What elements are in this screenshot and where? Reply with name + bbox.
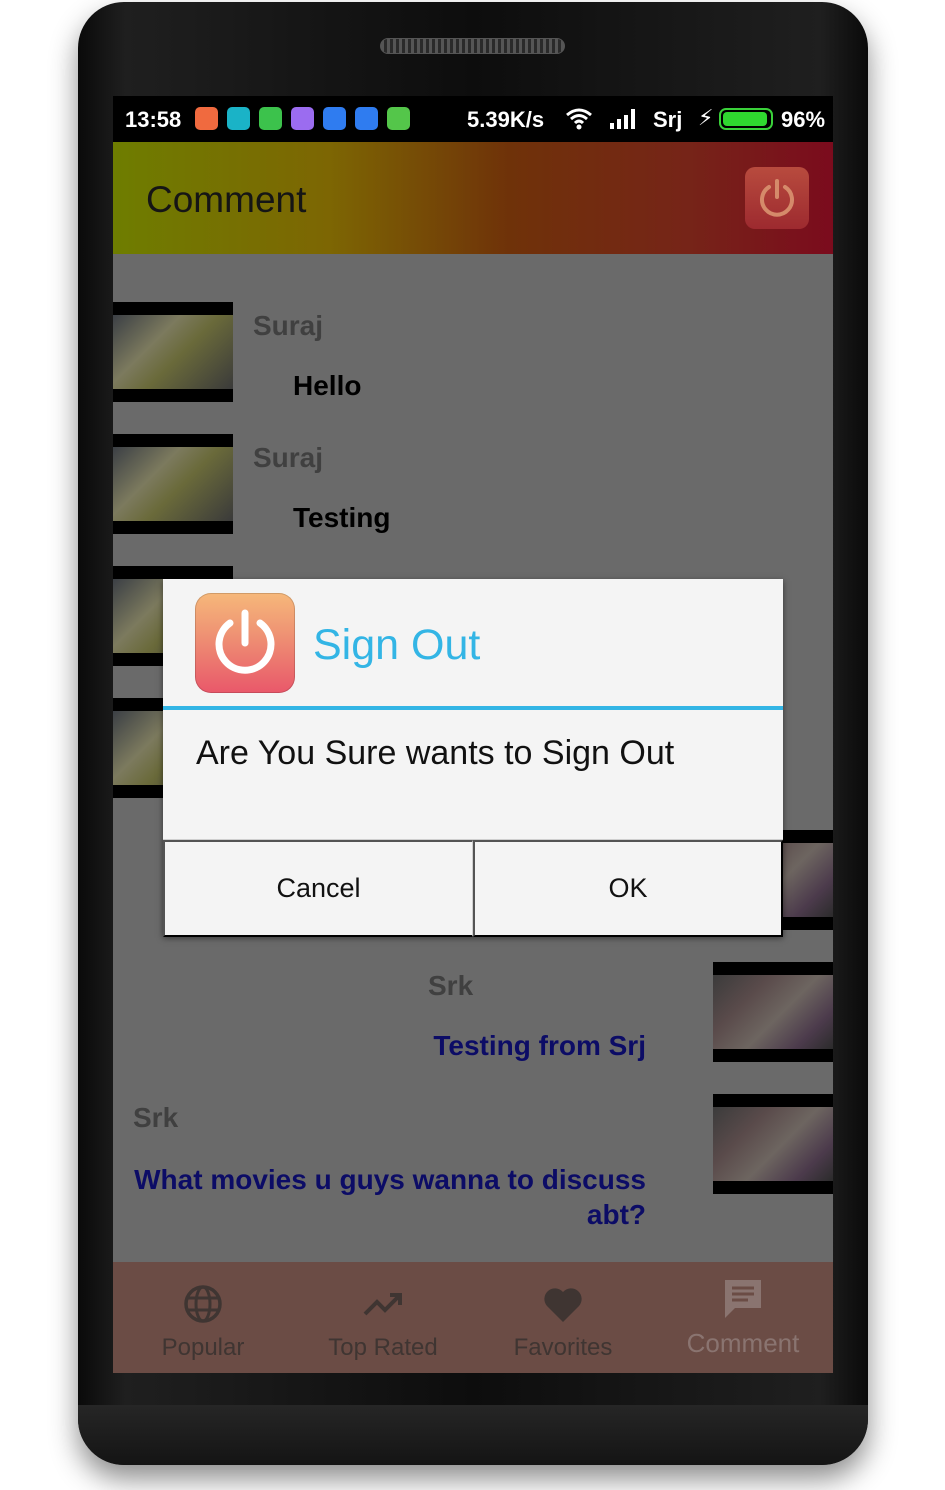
notification-icons	[195, 107, 410, 130]
status-time: 13:58	[125, 107, 182, 132]
comment-text: Testing	[293, 502, 391, 533]
wifi-icon	[566, 108, 592, 130]
nav-item-top-rated[interactable]: Top Rated	[293, 1262, 473, 1373]
message-icon	[323, 107, 346, 130]
comment-author: Suraj	[253, 310, 324, 341]
nav-item-popular[interactable]: Popular	[113, 1262, 293, 1373]
heart-icon	[544, 1288, 582, 1322]
nav-label: Comment	[686, 1328, 800, 1358]
comment-icon	[725, 1280, 761, 1318]
battery-saver-icon	[259, 107, 282, 130]
dialog-message: Are You Sure wants to Sign Out	[196, 734, 675, 772]
comment-author: Srk	[133, 1102, 179, 1133]
shop-icon	[195, 107, 218, 130]
comment-text: Hello	[293, 370, 362, 401]
avatar	[113, 434, 233, 534]
power-icon	[195, 593, 295, 693]
galaxy-icon	[291, 107, 314, 130]
battery-icon	[719, 108, 773, 130]
phone-speaker	[380, 38, 565, 54]
nav-item-comment[interactable]: Comment	[653, 1262, 833, 1373]
comment-text: Testing from Srj	[433, 1030, 646, 1061]
dialog-button-bar: Cancel OK	[163, 839, 783, 937]
phone-chin	[78, 1405, 868, 1465]
sign-out-dialog: Sign Out Are You Sure wants to Sign Out …	[163, 579, 783, 937]
chat-bubble-icon	[227, 107, 250, 130]
avatar	[113, 302, 233, 402]
message-alt-icon	[355, 107, 378, 130]
power-icon	[760, 179, 794, 217]
android-icon	[387, 107, 410, 130]
nav-label: Favorites	[513, 1334, 613, 1361]
nav-item-favorites[interactable]: Favorites	[473, 1262, 653, 1373]
battery-percent: 96%	[781, 107, 826, 132]
battery-fill	[723, 112, 768, 126]
comment-author: Srk	[428, 970, 474, 1001]
avatar	[713, 962, 833, 1062]
charging-icon: ⚡	[698, 105, 714, 130]
globe-icon	[184, 1285, 222, 1323]
power-symbol-icon	[215, 609, 275, 674]
trending-up-icon	[363, 1293, 402, 1316]
page-title: Comment	[146, 179, 307, 220]
signal-icon	[610, 109, 635, 129]
network-speed: 5.39K/s	[467, 107, 545, 132]
sign-out-button[interactable]	[745, 167, 809, 229]
carrier-name: Srj	[653, 107, 683, 132]
status-bar: 13:58 5.39K/s Srj ⚡ 96%	[113, 96, 833, 142]
dialog-title: Sign Out	[313, 621, 481, 669]
dialog-divider	[163, 706, 783, 710]
app-bar: Comment	[113, 142, 833, 254]
comment-author: Suraj	[253, 442, 324, 473]
nav-label: Top Rated	[328, 1334, 438, 1361]
comment-text: What movies u guys wanna to discuss abt?	[134, 1164, 646, 1230]
cancel-button[interactable]: Cancel	[163, 840, 473, 937]
avatar	[713, 1094, 833, 1194]
bottom-navigation: Popular Top Rated Favorites Comment	[113, 1262, 833, 1373]
nav-label: Popular	[161, 1334, 245, 1361]
ok-button[interactable]: OK	[473, 840, 783, 937]
